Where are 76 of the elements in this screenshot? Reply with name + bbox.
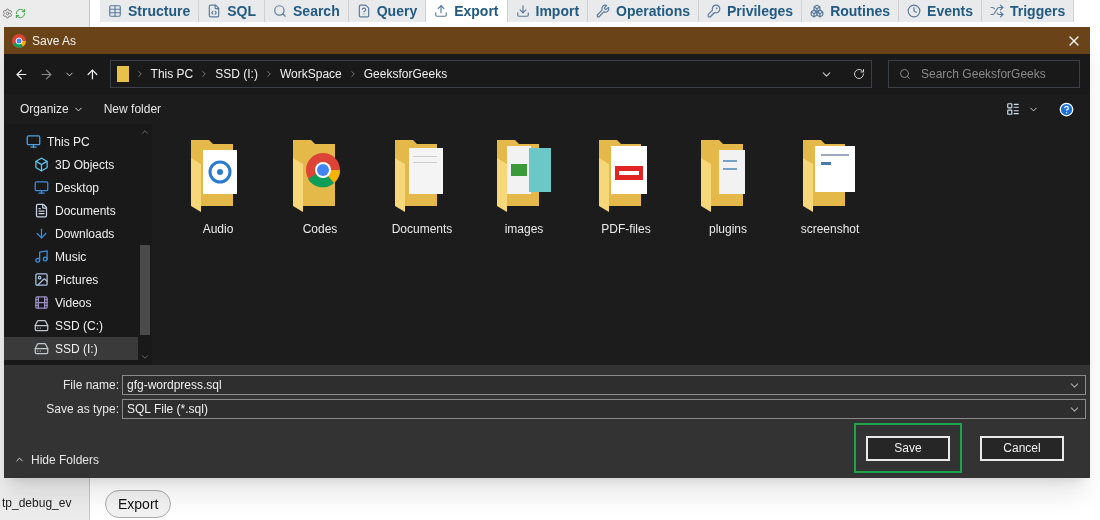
export-button[interactable]: Export (105, 490, 172, 518)
search-field[interactable]: Search GeeksforGeeks (888, 60, 1080, 88)
folder-name[interactable]: plugins (709, 220, 747, 238)
tab[interactable]: Operations (588, 0, 699, 22)
breadcrumb-item[interactable]: This PC (150, 65, 194, 83)
address-bar[interactable]: This PC SSD (I:) WorkSpace GeeksforGeeks (109, 60, 872, 88)
wrench-icon (596, 4, 611, 18)
clock-icon (907, 4, 922, 18)
tab[interactable]: Search (265, 0, 349, 22)
music-icon (34, 249, 49, 264)
nav-item[interactable]: SSD (C:) (4, 314, 138, 337)
tab[interactable]: Routines (802, 0, 900, 22)
new-folder-button[interactable]: New folder (103, 100, 162, 118)
settings-icon[interactable] (2, 8, 13, 19)
document-icon (34, 203, 49, 218)
dropdown-field[interactable]: gfg-wordpress.sql (122, 375, 1086, 395)
download-icon (515, 4, 530, 18)
key-icon (707, 4, 721, 18)
dropdown-field[interactable]: SQL File (*.sql) (122, 399, 1086, 419)
nav-item[interactable]: Documents (4, 199, 138, 222)
folder-name[interactable]: Audio (202, 220, 234, 238)
window-title: Save As (32, 32, 78, 50)
folder-icon (116, 66, 129, 82)
tab[interactable]: Query (348, 0, 427, 22)
download-icon (34, 226, 49, 241)
refresh-icon[interactable] (853, 68, 865, 80)
boxes-icon (810, 4, 825, 18)
nav-item[interactable]: Music (4, 245, 138, 268)
folder-name[interactable]: Codes (302, 220, 338, 238)
file-icon (356, 4, 371, 18)
browser-logo-icon (12, 33, 26, 48)
table-icon (108, 4, 122, 18)
drive-icon (34, 318, 49, 333)
folder-name[interactable]: Documents (391, 220, 453, 238)
breadcrumb-item[interactable]: SSD (I:) (215, 65, 258, 83)
cube-icon (34, 157, 49, 172)
picture-icon (34, 272, 49, 287)
hide-folders-button[interactable]: Hide Folders (14, 450, 100, 469)
search-icon (273, 4, 287, 18)
computer-icon (26, 134, 41, 149)
breadcrumb-item[interactable]: GeeksforGeeks (363, 65, 448, 83)
video-icon (34, 295, 49, 310)
tab[interactable]: SQL (199, 0, 265, 22)
nav-item[interactable]: 3D Objects (4, 153, 138, 176)
desktop-icon (34, 180, 49, 195)
upload-icon (434, 4, 449, 18)
nav-item[interactable]: Desktop (4, 176, 138, 199)
breadcrumb-item[interactable]: WorkSpace (279, 65, 342, 83)
nav-item[interactable]: Downloads (4, 222, 138, 245)
folder-name[interactable]: images (504, 220, 544, 238)
organize-menu[interactable]: Organize (20, 100, 84, 118)
tab[interactable]: Triggers (981, 0, 1075, 22)
tab[interactable]: Structure (100, 0, 200, 22)
back-icon[interactable] (14, 66, 29, 82)
search-icon (899, 68, 911, 80)
field-label: File name: (61, 377, 120, 394)
nav-item[interactable]: SSD (I:) (4, 337, 138, 360)
up-icon[interactable] (84, 66, 100, 82)
tab[interactable]: Privileges (699, 0, 803, 22)
help-icon[interactable] (1059, 101, 1074, 117)
tab[interactable]: Events (899, 0, 982, 22)
nav-item[interactable]: Pictures (4, 268, 138, 291)
dialog-button[interactable]: Cancel (980, 435, 1064, 461)
shuffle-icon (989, 4, 1004, 18)
folder-name[interactable]: PDF-files (601, 220, 651, 238)
drive-icon (34, 341, 49, 356)
folder-name[interactable]: screenshot (800, 220, 860, 238)
tab[interactable]: Import (507, 0, 589, 22)
nav-item[interactable]: Videos (4, 291, 138, 314)
nav-item[interactable]: This PC (4, 130, 138, 153)
forward-icon[interactable] (38, 66, 54, 82)
sidebar-text[interactable]: tp_debug_ev (2, 494, 87, 512)
code-file-icon (207, 4, 222, 18)
dialog-button[interactable]: Save (866, 435, 950, 461)
field-label: Save as type: (45, 401, 120, 418)
view-icon[interactable] (1006, 102, 1020, 116)
